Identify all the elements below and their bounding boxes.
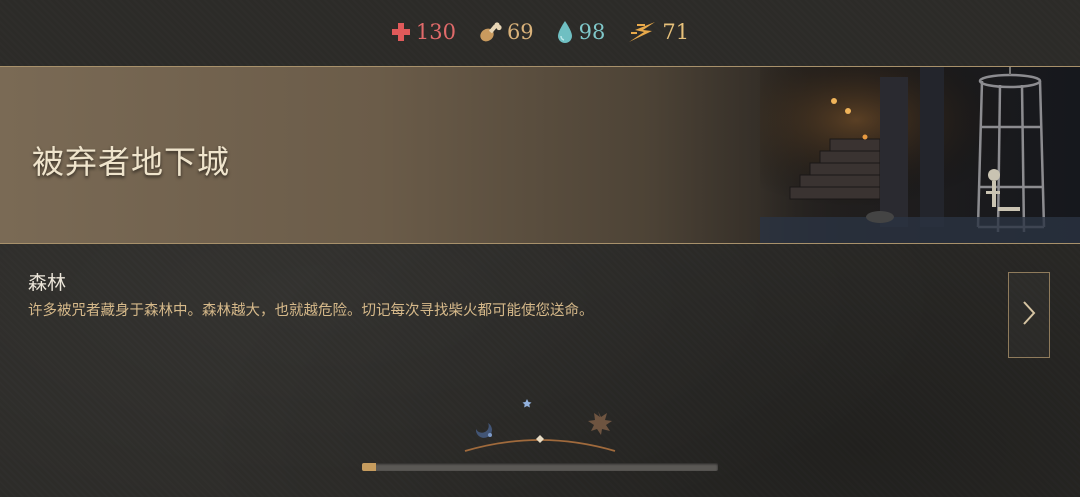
water-value: 98 xyxy=(578,20,606,44)
chevron-right-icon xyxy=(1021,299,1037,331)
health-value: 130 xyxy=(415,20,456,44)
energy-stat: 71 xyxy=(627,20,689,44)
meat-drumstick-icon xyxy=(478,21,502,43)
area-name: 森林 xyxy=(28,272,67,294)
day-progress-bar xyxy=(362,463,718,471)
energy-value: 71 xyxy=(662,20,690,44)
food-stat: 69 xyxy=(478,20,534,44)
health-stat: 130 xyxy=(391,20,456,44)
next-area-button[interactable] xyxy=(1008,272,1050,358)
dungeon-cage-skeleton-illustration xyxy=(760,67,1080,243)
stats-bar: 130 69 98 71 xyxy=(0,14,1080,50)
location-title: 被弃者地下城 xyxy=(32,143,231,181)
day-progress-fill xyxy=(362,463,377,471)
water-drop-icon xyxy=(556,20,574,44)
health-cross-icon xyxy=(391,22,411,42)
water-stat: 98 xyxy=(556,20,606,44)
food-value: 69 xyxy=(506,20,534,44)
location-banner: 被弃者地下城 xyxy=(0,66,1080,244)
horizon-marker xyxy=(536,435,544,443)
left-star-icon xyxy=(488,433,492,437)
sun-icon xyxy=(588,411,612,435)
area-description: 许多被咒者藏身于森林中。森林越大，也就越危险。切记每次寻找柴火都可能使您送命。 xyxy=(28,303,594,319)
time-of-day-indicator xyxy=(464,395,616,452)
lightning-bolt-icon xyxy=(627,21,657,43)
star-icon xyxy=(522,399,532,408)
moon-icon xyxy=(528,395,549,420)
